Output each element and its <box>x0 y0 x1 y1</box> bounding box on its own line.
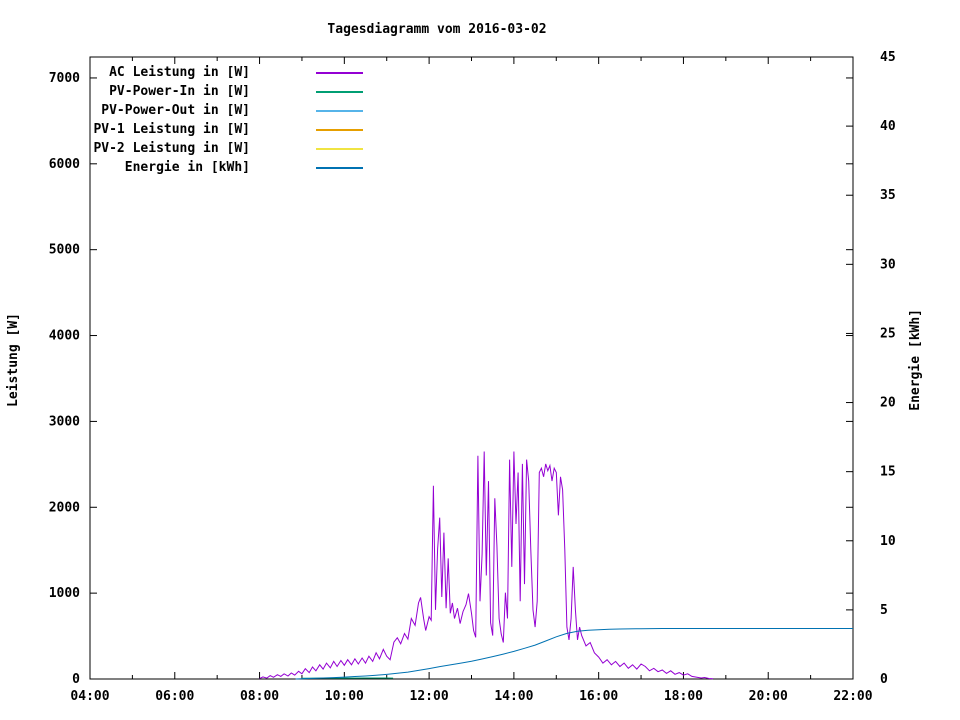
y1-tick-label: 4000 <box>49 329 80 344</box>
x-tick-label: 22:00 <box>833 689 872 704</box>
y1-tick-label: 5000 <box>49 243 80 258</box>
x-tick-label: 06:00 <box>155 689 194 704</box>
y2-tick-label: 15 <box>880 465 896 480</box>
y1-tick-label: 0 <box>72 672 80 687</box>
x-tick-label: 20:00 <box>749 689 788 704</box>
legend-label: PV-Power-In in [W] <box>109 84 250 99</box>
series-line-energie-in-kwh- <box>295 628 853 680</box>
y1-tick-label: 1000 <box>49 586 80 601</box>
y1-tick-label: 2000 <box>49 500 80 515</box>
x-tick-label: 12:00 <box>410 689 449 704</box>
y2-tick-label: 20 <box>880 396 896 411</box>
y2-tick-label: 25 <box>880 326 896 341</box>
y2-tick-label: 30 <box>880 257 896 272</box>
x-tick-label: 04:00 <box>70 689 109 704</box>
legend-label: PV-1 Leistung in [W] <box>93 122 250 137</box>
legend-item: PV-1 Leistung in [W] <box>0 120 363 139</box>
legend-label: AC Leistung in [W] <box>109 65 250 80</box>
y2-tick-label: 40 <box>880 119 896 134</box>
legend-item: AC Leistung in [W] <box>0 63 363 82</box>
legend-label: PV-Power-Out in [W] <box>101 103 250 118</box>
legend-item: PV-Power-Out in [W] <box>0 101 363 120</box>
y2-tick-label: 45 <box>880 50 896 65</box>
chart-page: Tagesdiagramm vom 2016-03-02 Leistung [W… <box>0 0 960 720</box>
x-tick-label: 18:00 <box>664 689 703 704</box>
x-tick-label: 14:00 <box>494 689 533 704</box>
y2-tick-label: 5 <box>880 603 888 618</box>
y1-tick-label: 3000 <box>49 414 80 429</box>
y2-tick-label: 35 <box>880 188 896 203</box>
legend-line-swatch <box>316 128 363 131</box>
y2-tick-label: 0 <box>880 672 888 687</box>
x-tick-label: 10:00 <box>325 689 364 704</box>
y2-tick-label: 10 <box>880 534 896 549</box>
legend-line-swatch <box>316 71 363 74</box>
legend-line-swatch <box>316 166 363 169</box>
legend-item: PV-2 Leistung in [W] <box>0 139 363 158</box>
series-line-ac-leistung-in-w- <box>259 451 714 680</box>
legend-label: PV-2 Leistung in [W] <box>93 141 250 156</box>
x-tick-label: 16:00 <box>579 689 618 704</box>
legend-line-swatch <box>316 90 363 93</box>
legend-item: Energie in [kWh] <box>0 158 363 177</box>
legend-line-swatch <box>316 147 363 150</box>
legend-label: Energie in [kWh] <box>124 160 250 175</box>
legend-item: PV-Power-In in [W] <box>0 82 363 101</box>
legend-line-swatch <box>316 109 363 112</box>
x-tick-label: 08:00 <box>240 689 279 704</box>
legend: AC Leistung in [W] PV-Power-In in [W] PV… <box>0 63 363 177</box>
